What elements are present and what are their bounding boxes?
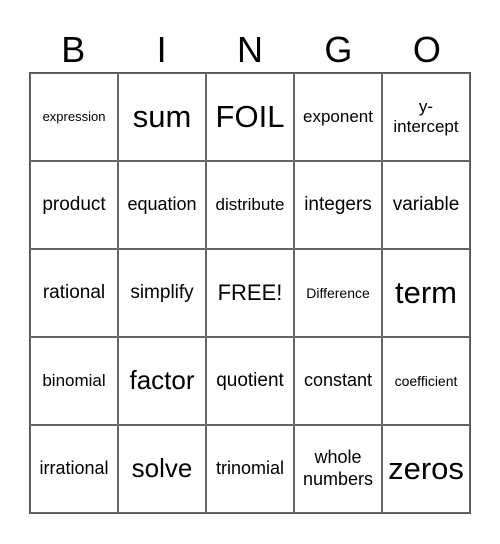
bingo-cell[interactable]: simplify — [118, 249, 206, 337]
bingo-cell[interactable]: rational — [30, 249, 118, 337]
bingo-cell[interactable]: product — [30, 161, 118, 249]
header-letter-b: B — [61, 29, 86, 70]
free-space[interactable]: FREE! — [206, 249, 294, 337]
bingo-cell[interactable]: term — [382, 249, 470, 337]
bingo-cell[interactable]: Difference — [294, 249, 382, 337]
bingo-header: B I N G O — [29, 30, 471, 70]
bingo-cell[interactable]: exponent — [294, 73, 382, 161]
bingo-grid: expression sum FOIL exponent y-intercept… — [29, 72, 471, 514]
bingo-cell[interactable]: y-intercept — [382, 73, 470, 161]
bingo-cell[interactable]: irrational — [30, 425, 118, 513]
bingo-cell[interactable]: trinomial — [206, 425, 294, 513]
header-letter-n: N — [237, 29, 264, 70]
bingo-cell[interactable]: FOIL — [206, 73, 294, 161]
bingo-cell[interactable]: whole numbers — [294, 425, 382, 513]
bingo-cell[interactable]: zeros — [382, 425, 470, 513]
bingo-cell[interactable]: coefficient — [382, 337, 470, 425]
header-letter-o: O — [412, 29, 441, 70]
bingo-cell[interactable]: integers — [294, 161, 382, 249]
bingo-cell[interactable]: constant — [294, 337, 382, 425]
bingo-cell[interactable]: sum — [118, 73, 206, 161]
bingo-cell[interactable]: distribute — [206, 161, 294, 249]
header-letter-i: I — [156, 29, 167, 70]
bingo-cell[interactable]: equation — [118, 161, 206, 249]
header-letter-g: G — [324, 29, 353, 70]
bingo-cell[interactable]: solve — [118, 425, 206, 513]
bingo-cell[interactable]: factor — [118, 337, 206, 425]
bingo-cell[interactable]: variable — [382, 161, 470, 249]
bingo-cell[interactable]: binomial — [30, 337, 118, 425]
bingo-cell[interactable]: expression — [30, 73, 118, 161]
bingo-cell[interactable]: quotient — [206, 337, 294, 425]
